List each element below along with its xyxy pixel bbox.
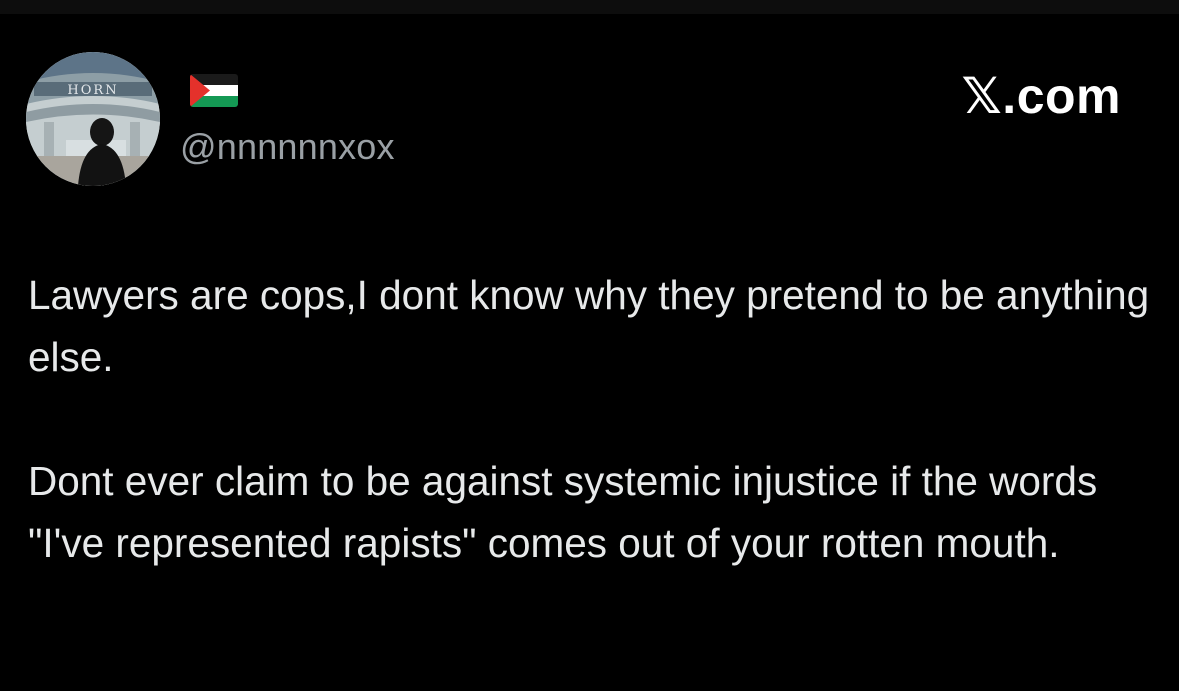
top-strip xyxy=(0,0,1179,14)
avatar[interactable]: HORN xyxy=(26,52,160,186)
tweet-body: Lawyers are cops,I dont know why they pr… xyxy=(28,264,1158,574)
tweet-card: HORN @nnnnnnxox 𝕏.com Lawyers are cops,I… xyxy=(0,14,1179,691)
tweet-paragraph: Dont ever claim to be against systemic i… xyxy=(28,458,1098,566)
avatar-sign-text: HORN xyxy=(67,83,118,98)
palestinian-flag-icon xyxy=(190,74,238,107)
x-brand-logo[interactable]: 𝕏.com xyxy=(962,70,1121,122)
avatar-photo-icon: HORN xyxy=(26,52,160,186)
tweet-paragraph: Lawyers are cops,I dont know why they pr… xyxy=(28,272,1150,380)
user-handle[interactable]: @nnnnnnxox xyxy=(180,127,395,167)
